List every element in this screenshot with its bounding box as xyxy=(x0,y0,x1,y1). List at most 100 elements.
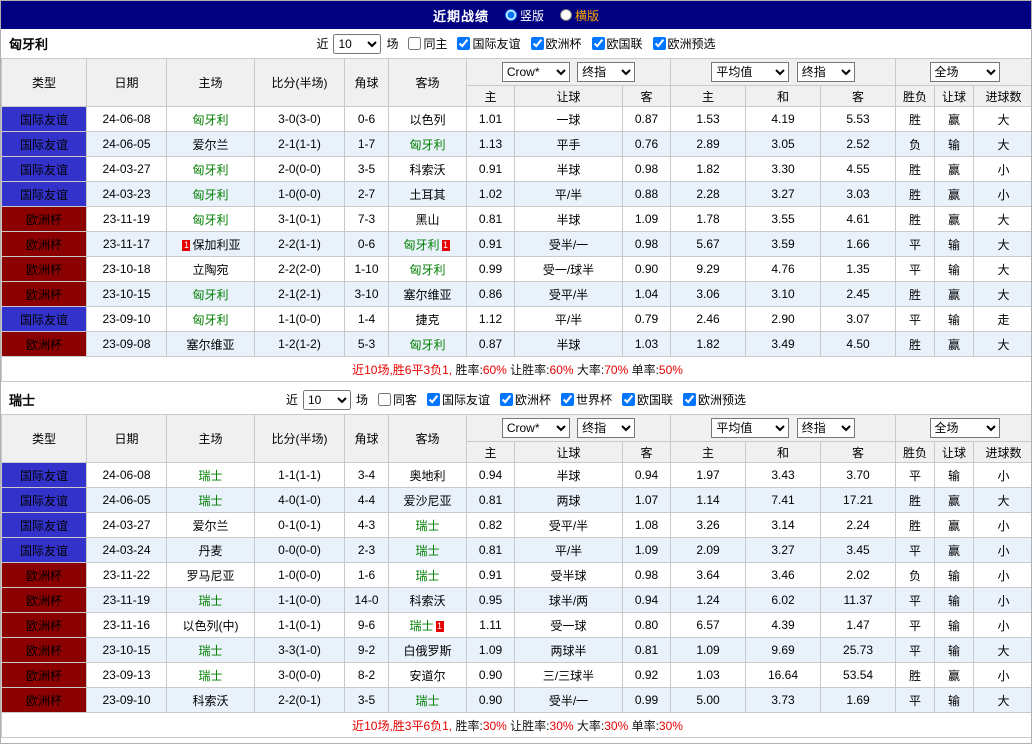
filter-checkbox-input[interactable] xyxy=(377,393,391,406)
avg-home-odds-cell: 6.57 xyxy=(670,612,747,638)
corner-cell: 3-4 xyxy=(344,462,389,488)
filter-checkbox[interactable]: 欧洲杯 xyxy=(530,35,582,52)
avg-home-odds-cell: 1.82 xyxy=(670,331,747,357)
summary-row: 近10场,胜3平6负1, 胜率:30% 让胜率:30% 大率:30% 单率:30… xyxy=(1,712,1031,738)
average-select[interactable]: 平均值 xyxy=(711,62,790,82)
filter-checkbox[interactable]: 同客 xyxy=(377,391,417,408)
team-name-text: 立陶宛 xyxy=(192,262,229,277)
goals-over-under-cell: 大 xyxy=(973,231,1031,257)
column-header: 客场 xyxy=(388,58,467,107)
column-header: 类型 xyxy=(1,58,87,107)
filter-checkbox[interactable]: 欧洲杯 xyxy=(500,391,551,408)
filter-checkbox-input[interactable] xyxy=(683,393,697,406)
filter-checkbox[interactable]: 国际友谊 xyxy=(426,391,490,408)
filter-checkbox[interactable]: 欧国联 xyxy=(591,35,643,52)
league-type-cell: 国际友谊 xyxy=(1,106,87,132)
scope-select[interactable]: 全场 xyxy=(929,62,1000,82)
filter-checkbox[interactable]: 欧洲预选 xyxy=(652,35,716,52)
avg-home-odds-cell: 3.26 xyxy=(670,512,747,538)
corner-cell: 9-6 xyxy=(344,612,389,638)
score-cell: 3-1(0-1) xyxy=(254,206,345,232)
date-cell: 24-03-27 xyxy=(86,512,167,538)
filter-checkbox-input[interactable] xyxy=(561,393,575,406)
league-type-cell: 欧洲杯 xyxy=(1,687,87,713)
team-name-text: 塞尔维亚 xyxy=(403,287,452,302)
average-select[interactable]: 平均值 xyxy=(711,418,790,438)
handicap-cell: 半球 xyxy=(514,462,623,488)
avg-draw-odds-cell: 7.41 xyxy=(745,487,822,513)
odds-home-cell: 0.91 xyxy=(466,231,515,257)
team-section: 匈牙利 近 10 场 同主 国际友谊 欧洲杯 欧国联 欧洲预选 类型 日期 主场… xyxy=(1,29,1031,382)
team-name-text: 瑞士 xyxy=(415,568,440,583)
handicap-result-cell: 赢 xyxy=(934,331,975,357)
filter-checkbox-input[interactable] xyxy=(622,393,636,406)
column-header: 比分(半场) xyxy=(254,58,345,107)
filter-checkbox-input[interactable] xyxy=(426,393,440,406)
team-name-text: 奥地利 xyxy=(409,468,446,483)
summary-segment: 胜率: xyxy=(455,362,483,377)
filter-checkbox[interactable]: 同主 xyxy=(408,35,447,52)
score-cell: 2-0(0-0) xyxy=(254,156,345,182)
home-team-cell: 丹麦 xyxy=(166,537,255,563)
filter-checkbox[interactable]: 欧国联 xyxy=(622,391,673,408)
filter-checkbox-input[interactable] xyxy=(500,393,513,406)
filter-checkbox-input[interactable] xyxy=(457,37,471,50)
handicap-result-cell: 输 xyxy=(934,256,975,282)
match-count-select[interactable]: 10 xyxy=(333,33,382,54)
odds-home-cell: 1.09 xyxy=(466,637,515,663)
match-count-select[interactable]: 10 xyxy=(302,389,351,410)
layout-radio-vertical[interactable]: 竖版 xyxy=(504,7,544,24)
goals-over-under-cell: 大 xyxy=(973,131,1031,157)
column-header: 日期 xyxy=(86,58,167,107)
avg-home-odds-cell: 1.14 xyxy=(670,487,747,513)
vertical-radio-input[interactable] xyxy=(504,9,517,21)
avg-away-odds-cell: 2.24 xyxy=(820,512,897,538)
filter-suffix: 场 xyxy=(386,37,399,51)
avg-home-odds-cell: 3.06 xyxy=(670,281,747,307)
away-team-cell: 瑞士 1 xyxy=(388,612,467,638)
team-name-text: 捷克 xyxy=(415,312,440,327)
matches-table: 类型 日期 主场 比分(半场) 角球 客场 Crow* 终指 平均值 终指 全场 主让球客… xyxy=(1,58,1031,382)
filter-checkbox[interactable]: 国际友谊 xyxy=(457,35,521,52)
filter-checkbox-input[interactable] xyxy=(408,37,422,50)
team-name-text: 瑞士 xyxy=(198,593,223,608)
handicap-cell: 平手 xyxy=(514,131,623,157)
handicap-result-cell: 输 xyxy=(934,687,975,713)
layout-radio-horizontal[interactable]: 横版 xyxy=(560,7,599,24)
avg-stage-select[interactable]: 终指 xyxy=(796,62,855,82)
column-header: 角球 xyxy=(344,414,389,463)
scope-select[interactable]: 全场 xyxy=(929,418,1000,438)
score-cell: 2-2(0-1) xyxy=(254,687,345,713)
sub-column-header: 主 xyxy=(466,441,515,463)
bookmaker-select[interactable]: Crow* xyxy=(501,418,570,438)
filter-checkbox-input[interactable] xyxy=(652,37,666,50)
odds-stage-select[interactable]: 终指 xyxy=(577,62,636,82)
win-loss-cell: 平 xyxy=(895,687,936,713)
filter-row: 匈牙利 近 10 场 同主 国际友谊 欧洲杯 欧国联 欧洲预选 xyxy=(1,29,1031,58)
goals-over-under-cell: 小 xyxy=(973,512,1031,538)
column-header: 主场 xyxy=(166,58,255,107)
sub-column-header: 主 xyxy=(670,441,747,463)
corner-cell: 14-0 xyxy=(344,587,389,613)
summary-segment: 70% xyxy=(604,362,629,377)
date-cell: 23-09-08 xyxy=(86,331,167,357)
bookmaker-select[interactable]: Crow* xyxy=(501,62,570,82)
odds-home-cell: 1.01 xyxy=(466,106,515,132)
filter-checkbox-input[interactable] xyxy=(530,37,544,50)
league-type-cell: 国际友谊 xyxy=(1,306,87,332)
filter-checkbox[interactable]: 欧洲预选 xyxy=(683,391,746,408)
avg-home-odds-cell: 9.29 xyxy=(670,256,747,282)
team-sections-container: 匈牙利 近 10 场 同主 国际友谊 欧洲杯 欧国联 欧洲预选 类型 日期 主场… xyxy=(1,29,1031,738)
odds-stage-select[interactable]: 终指 xyxy=(577,418,636,438)
filter-checkbox[interactable]: 世界杯 xyxy=(561,391,612,408)
filter-checkbox-input[interactable] xyxy=(591,37,605,50)
avg-stage-select[interactable]: 终指 xyxy=(796,418,855,438)
match-row: 国际友谊 24-03-27 爱尔兰 0-1(0-1) 4-3 瑞士 0.82 受… xyxy=(1,512,1031,538)
odds-away-cell: 0.99 xyxy=(621,687,672,713)
summary-segment: 60% xyxy=(482,362,507,377)
summary-segment: 30% xyxy=(604,718,629,733)
horizontal-radio-input[interactable] xyxy=(560,9,572,21)
odds-home-cell: 0.81 xyxy=(466,206,515,232)
win-loss-cell: 胜 xyxy=(895,206,936,232)
filter-checkbox-label: 欧洲预选 xyxy=(698,393,747,407)
